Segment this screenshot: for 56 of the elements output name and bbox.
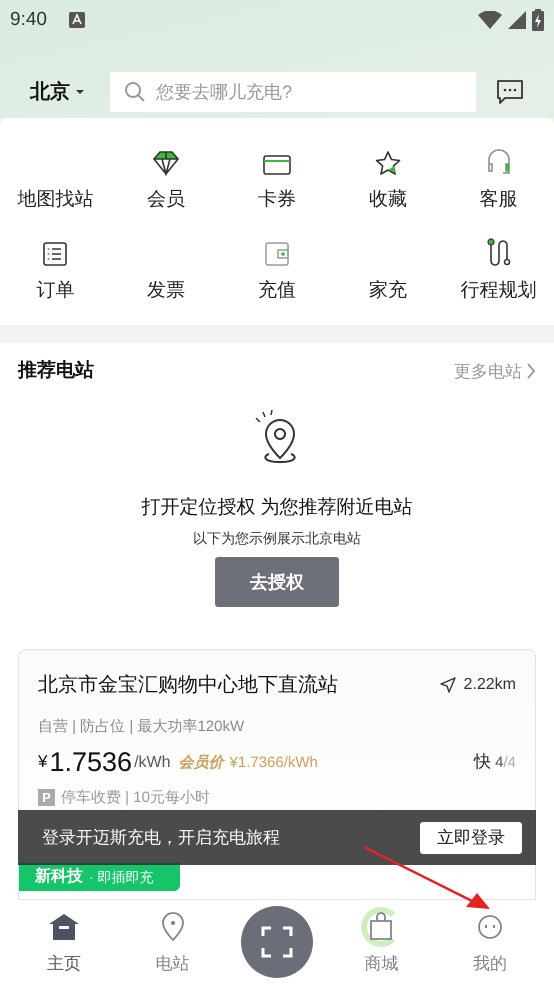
shortcut-item[interactable]: 收藏 bbox=[332, 144, 444, 214]
fast-charger-count: 4/4 bbox=[495, 753, 516, 773]
scan-icon bbox=[260, 926, 293, 958]
promo-tag: 新科技 · 即插即充 bbox=[19, 863, 180, 891]
distance: 2.22km bbox=[440, 673, 516, 697]
shortcut-item[interactable]: 会员 bbox=[110, 144, 222, 214]
signal-icon bbox=[508, 11, 526, 29]
nav-tab[interactable]: 主页 bbox=[24, 907, 104, 977]
search-bar[interactable]: 您要去哪儿充电? bbox=[110, 72, 476, 112]
keyboard-notification-icon bbox=[68, 12, 85, 28]
authorize-button[interactable]: 去授权 bbox=[215, 557, 339, 607]
shortcut-item[interactable]: 地图找站 bbox=[0, 144, 111, 214]
shortcut-item[interactable]: 行程规划 bbox=[443, 234, 554, 305]
shortcut-item[interactable]: 订单 bbox=[0, 234, 111, 305]
nav-tab[interactable]: 我的 bbox=[450, 907, 530, 977]
section-title: 推荐电站 bbox=[18, 359, 94, 383]
sample-note: 以下为您示例展示北京电站 bbox=[193, 529, 361, 548]
battery-icon bbox=[532, 9, 544, 31]
login-button[interactable]: 立即登录 bbox=[420, 822, 522, 854]
shortcut-item[interactable]: 发票 bbox=[110, 234, 222, 305]
diamond-icon bbox=[152, 150, 180, 176]
route-icon bbox=[486, 236, 512, 266]
location-pin-icon bbox=[160, 912, 185, 942]
search-icon bbox=[124, 81, 146, 103]
home-icon bbox=[48, 913, 80, 942]
price: 1.7536 bbox=[49, 746, 132, 776]
shortcut-item[interactable]: 家充 bbox=[332, 234, 444, 305]
wallet-icon bbox=[264, 240, 290, 266]
navigation-arrow-icon bbox=[440, 677, 456, 693]
nav-tab[interactable]: 商城 bbox=[341, 907, 422, 977]
parking-icon: P bbox=[38, 789, 55, 806]
shortcut-item[interactable]: 充值 bbox=[222, 234, 332, 305]
login-prompt: 登录开迈斯充电，开启充电旅程 bbox=[42, 826, 280, 849]
star-icon bbox=[374, 150, 402, 176]
price-unit: /kWh bbox=[134, 752, 171, 772]
currency-symbol: ¥ bbox=[38, 751, 48, 773]
station-name: 北京市金宝汇购物中心地下直流站 bbox=[38, 673, 338, 698]
member-price-label: 会员价 bbox=[178, 753, 224, 773]
parking-info: 停车收费 | 10元每小时 bbox=[61, 788, 210, 808]
member-price: ¥1.7366/kWh bbox=[230, 753, 318, 773]
list-icon bbox=[42, 240, 68, 266]
shortcut-item[interactable]: 客服 bbox=[443, 144, 554, 214]
fast-charger-label: 快 bbox=[474, 751, 492, 773]
wifi-icon bbox=[478, 11, 502, 29]
shortcut-item[interactable]: 卡券 bbox=[222, 144, 332, 214]
station-tags: 自营 | 防占位 | 最大功率120kW bbox=[38, 716, 516, 738]
location-prompt: 打开定位授权 为您推荐附近电站 bbox=[141, 496, 413, 520]
chevron-right-icon bbox=[526, 363, 536, 380]
status-time: 9:40 bbox=[10, 8, 47, 32]
headset-icon bbox=[486, 148, 512, 176]
search-field[interactable]: 您要去哪儿充电? bbox=[156, 78, 462, 106]
card-icon bbox=[262, 154, 291, 176]
nav-tab[interactable]: 电站 bbox=[132, 907, 213, 977]
city-dropdown[interactable]: 北京 bbox=[30, 77, 96, 107]
profile-face-icon bbox=[476, 913, 504, 942]
message-icon[interactable] bbox=[496, 79, 524, 105]
